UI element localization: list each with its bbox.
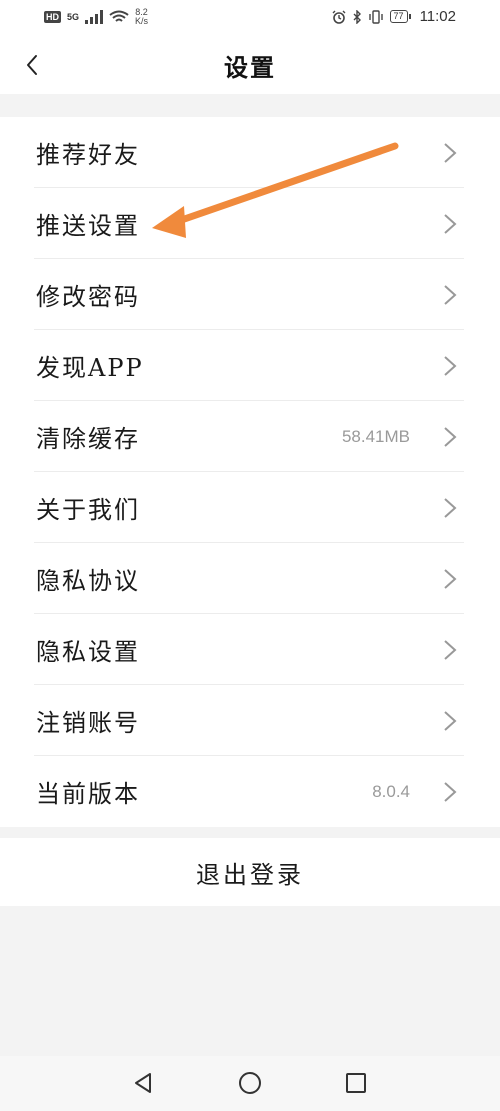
- menu-item-push-settings[interactable]: 推送设置: [0, 188, 500, 259]
- status-left: HD 5G 8.2 K/s: [44, 8, 148, 26]
- settings-list: 推荐好友 推送设置 修改密码 发现APP 清除缓存 58.41MB 关于我们 隐…: [0, 117, 500, 827]
- version-value: 8.0.4: [372, 781, 410, 801]
- square-recent-icon: [346, 1073, 366, 1093]
- alarm-icon: [332, 10, 346, 24]
- menu-item-about-us[interactable]: 关于我们: [0, 472, 500, 543]
- chevron-right-icon: [444, 285, 457, 305]
- chevron-right-icon: [444, 427, 457, 447]
- menu-item-label: 修改密码: [36, 283, 140, 311]
- menu-item-current-version[interactable]: 当前版本 8.0.4: [0, 756, 500, 827]
- chevron-right-icon: [444, 214, 457, 234]
- vibrate-icon: [368, 9, 383, 24]
- menu-item-label: 发现APP: [36, 354, 144, 382]
- menu-item-label: 清除缓存: [36, 425, 140, 453]
- logout-button[interactable]: 退出登录: [0, 838, 500, 906]
- menu-item-clear-cache[interactable]: 清除缓存 58.41MB: [0, 401, 500, 472]
- cache-size-value: 58.41MB: [341, 426, 410, 446]
- menu-item-label: 推送设置: [36, 212, 140, 240]
- chevron-right-icon: [444, 143, 457, 163]
- chevron-right-icon: [444, 711, 457, 731]
- net-speed: 8.2 K/s: [135, 8, 148, 26]
- signal-icon: [85, 10, 104, 24]
- title-bar: 设置: [0, 36, 500, 94]
- bluetooth-icon: [353, 9, 361, 24]
- menu-item-delete-account[interactable]: 注销账号: [0, 685, 500, 756]
- menu-item-discover-app[interactable]: 发现APP: [0, 330, 500, 401]
- menu-item-label: 隐私协议: [36, 567, 140, 595]
- status-bar: HD 5G 8.2 K/s 77 11:02: [0, 0, 500, 36]
- menu-item-privacy-settings[interactable]: 隐私设置: [0, 614, 500, 685]
- nav-back-button[interactable]: [130, 1070, 156, 1096]
- menu-item-recommend-friends[interactable]: 推荐好友: [0, 117, 500, 188]
- menu-item-label: 注销账号: [36, 709, 140, 737]
- menu-item-label: 关于我们: [36, 496, 140, 524]
- net-speed-unit: K/s: [135, 16, 149, 26]
- status-right: 77 11:02: [332, 8, 456, 25]
- chevron-right-icon: [444, 569, 457, 589]
- network-indicator: 5G: [67, 12, 80, 22]
- menu-item-label: 推荐好友: [36, 141, 140, 169]
- wifi-icon: [109, 10, 129, 22]
- nav-home-button[interactable]: [237, 1070, 263, 1096]
- hd-badge: HD: [44, 11, 61, 23]
- page-title: 设置: [224, 53, 276, 82]
- menu-item-change-password[interactable]: 修改密码: [0, 259, 500, 330]
- battery-indicator: 77: [389, 10, 411, 23]
- chevron-right-icon: [444, 640, 457, 660]
- chevron-right-icon: [444, 782, 457, 802]
- nav-recent-button[interactable]: [343, 1070, 369, 1096]
- clock: 11:02: [419, 8, 456, 25]
- menu-item-label: 隐私设置: [36, 638, 140, 666]
- circle-home-icon: [239, 1072, 261, 1094]
- triangle-back-icon: [135, 1073, 151, 1093]
- chevron-right-icon: [444, 356, 457, 376]
- chevron-right-icon: [444, 498, 457, 518]
- system-nav-bar: [0, 1056, 500, 1111]
- menu-item-label: 当前版本: [36, 780, 140, 808]
- logout-label: 退出登录: [196, 860, 304, 889]
- menu-item-privacy-policy[interactable]: 隐私协议: [0, 543, 500, 614]
